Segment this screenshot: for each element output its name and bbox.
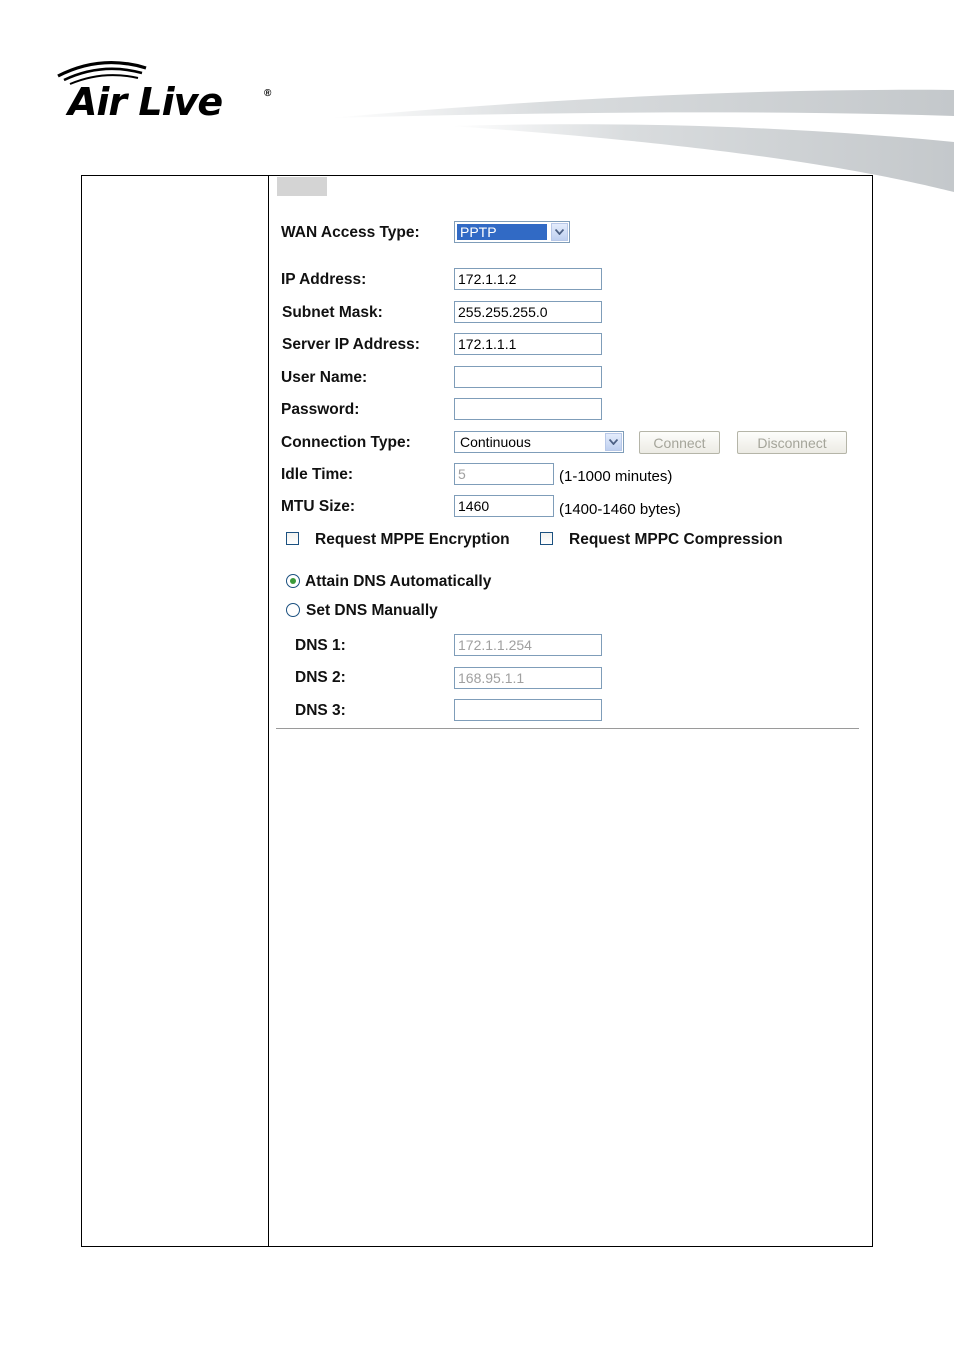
user-name-input[interactable]	[454, 366, 602, 388]
set-dns-manually-label: Set DNS Manually	[306, 602, 438, 619]
airlive-logo: Air Live ®	[56, 58, 286, 128]
mtu-size-input[interactable]	[454, 495, 554, 517]
mtu-size-label: MTU Size:	[281, 498, 356, 515]
attain-dns-auto-label: Attain DNS Automatically	[305, 573, 492, 590]
subnet-mask-label: Subnet Mask:	[282, 304, 383, 321]
request-mppe-label: Request MPPE Encryption	[315, 531, 510, 548]
password-label: Password:	[281, 401, 360, 418]
idle-time-hint: (1-1000 minutes)	[559, 468, 673, 485]
server-ip-address-label: Server IP Address:	[282, 336, 420, 353]
disconnect-button[interactable]: Disconnect	[737, 431, 847, 454]
dns3-label: DNS 3:	[295, 702, 346, 719]
dns2-input[interactable]	[454, 667, 602, 689]
server-ip-address-input[interactable]	[454, 333, 602, 355]
password-input[interactable]	[454, 398, 602, 420]
column-divider	[268, 176, 269, 1246]
form-bottom-rule	[276, 728, 859, 729]
set-dns-manually-radio[interactable]	[286, 603, 300, 617]
connection-type-label: Connection Type:	[281, 434, 411, 451]
request-mppc-checkbox[interactable]	[540, 532, 553, 545]
registered-mark: ®	[264, 88, 272, 99]
wan-access-type-select[interactable]: PPTP	[454, 221, 570, 243]
dns2-label: DNS 2:	[295, 669, 346, 686]
user-name-label: User Name:	[281, 369, 368, 386]
ip-address-input[interactable]	[454, 268, 602, 290]
idle-time-label: Idle Time:	[281, 466, 354, 483]
request-mppe-checkbox[interactable]	[286, 532, 299, 545]
wan-access-type-label: WAN Access Type:	[281, 224, 420, 241]
connect-button[interactable]: Connect	[639, 431, 720, 454]
attain-dns-auto-radio[interactable]	[286, 574, 300, 588]
connection-type-value: Continuous	[460, 434, 531, 450]
section-header-tab	[277, 177, 327, 196]
subnet-mask-input[interactable]	[454, 301, 602, 323]
idle-time-input[interactable]	[454, 463, 554, 485]
chevron-down-icon[interactable]	[605, 433, 622, 451]
connection-type-select[interactable]: Continuous	[454, 431, 624, 453]
request-mppc-label: Request MPPC Compression	[569, 531, 783, 548]
wan-access-type-value: PPTP	[457, 224, 547, 240]
dns3-input[interactable]	[454, 699, 602, 721]
dns1-input[interactable]	[454, 634, 602, 656]
logo-wordmark: Air Live	[68, 80, 223, 124]
dns1-label: DNS 1:	[295, 637, 346, 654]
mtu-size-hint: (1400-1460 bytes)	[559, 501, 681, 518]
chevron-down-icon[interactable]	[551, 223, 568, 241]
ip-address-label: IP Address:	[281, 271, 367, 288]
